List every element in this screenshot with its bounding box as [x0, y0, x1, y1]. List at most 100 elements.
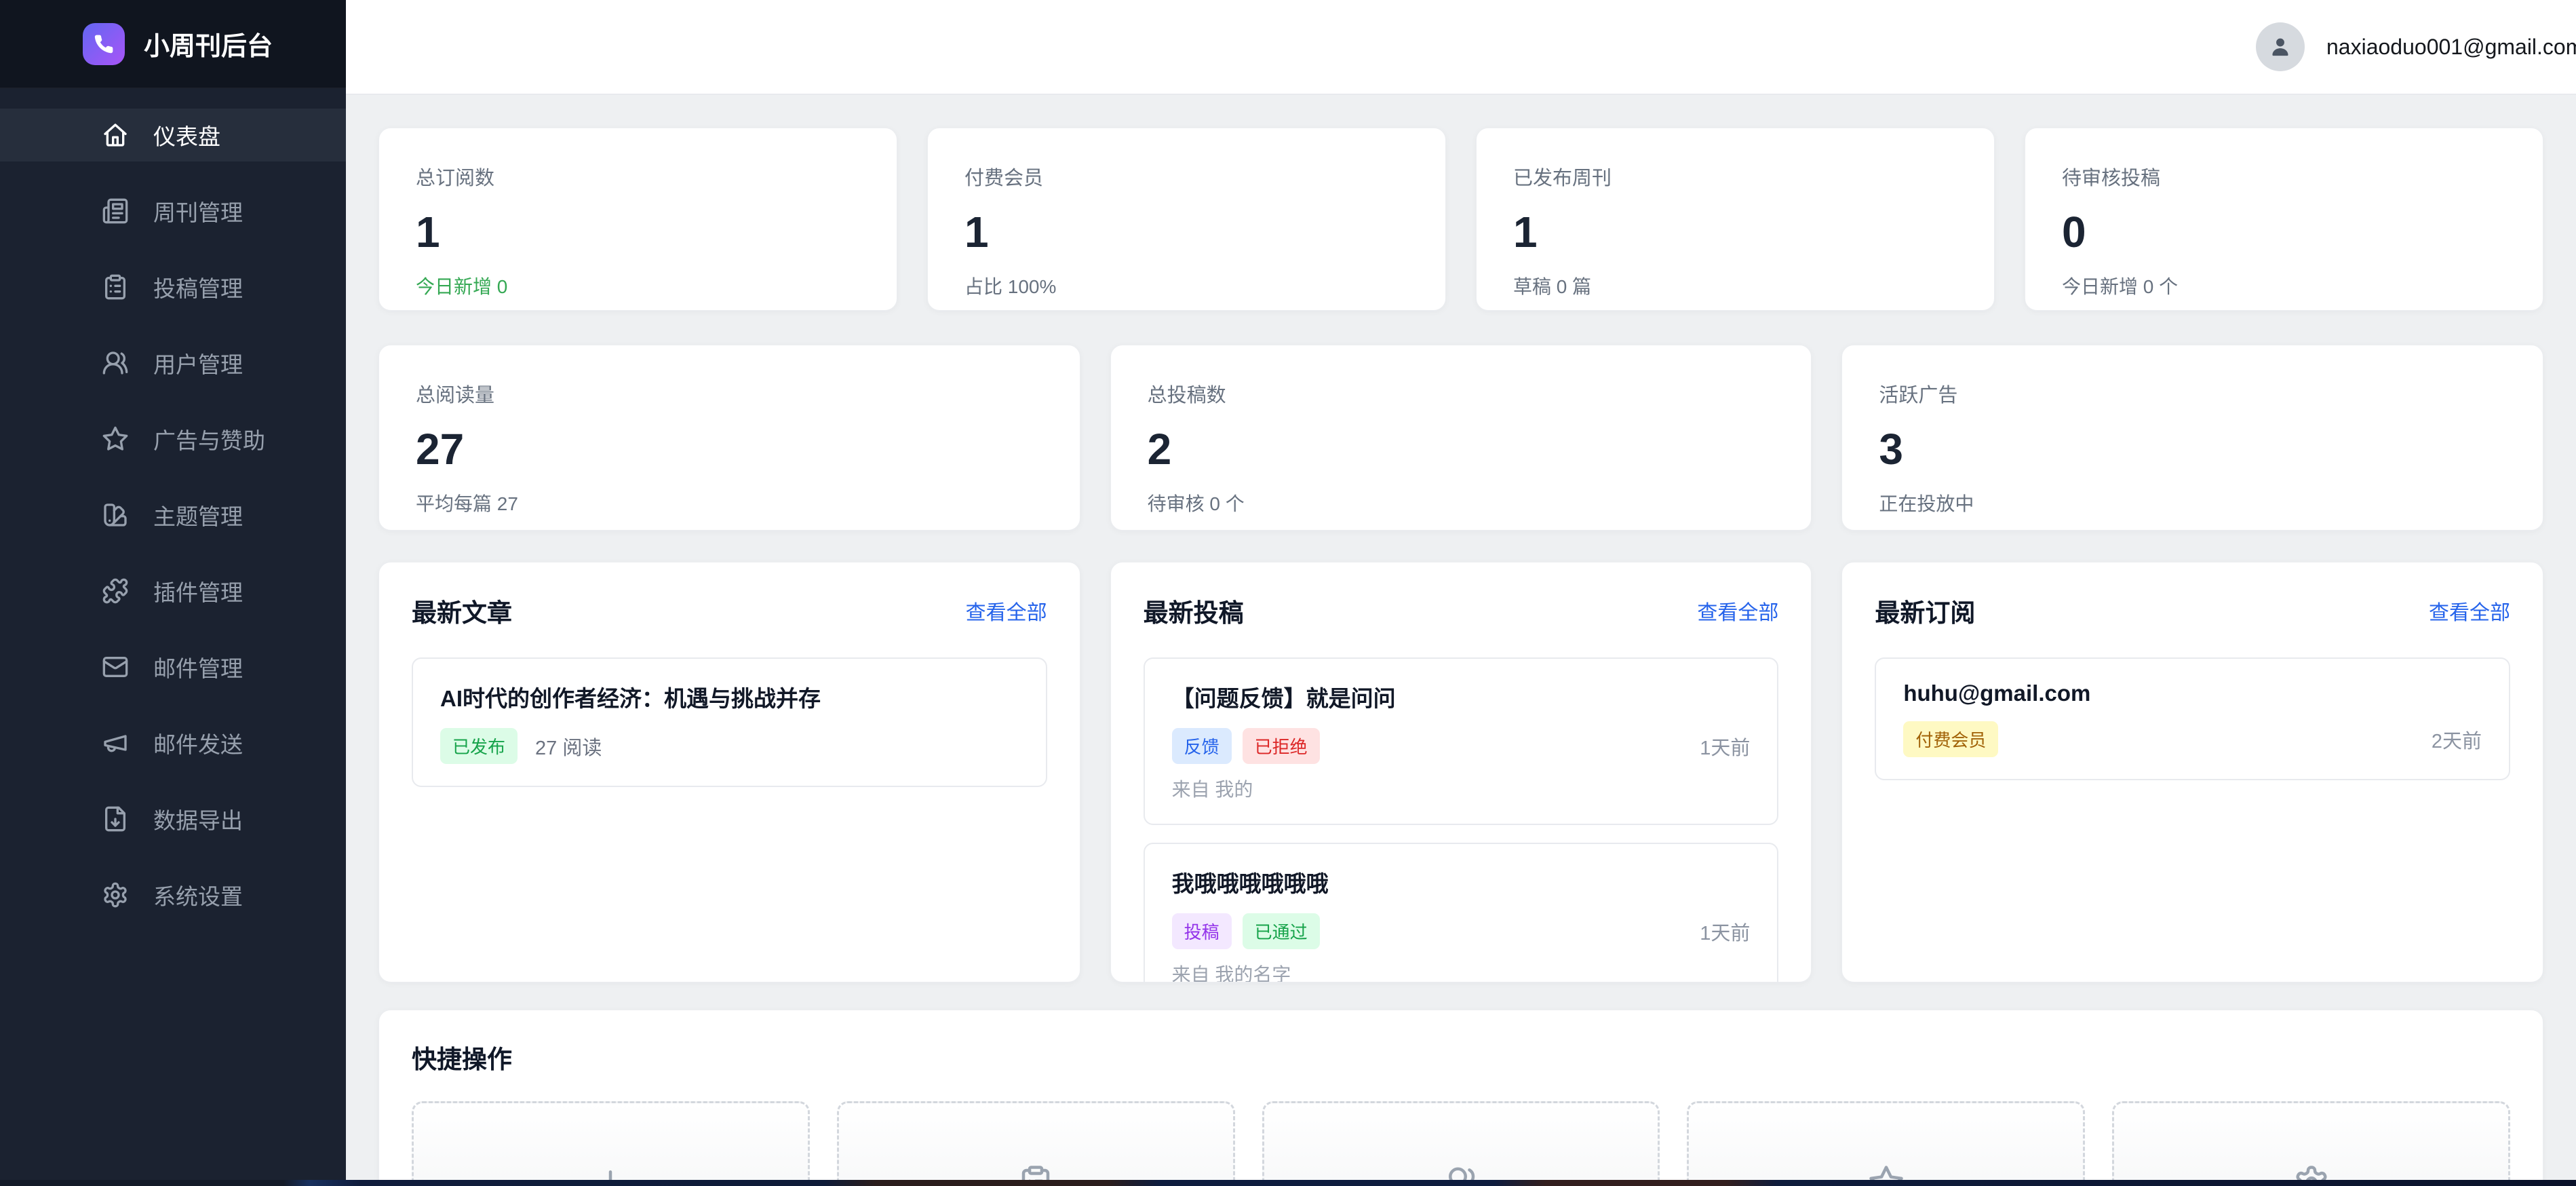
submission-list-item[interactable]: 我哦哦哦哦哦哦 投稿 已通过 1天前 来自 我的名字	[1144, 843, 1779, 982]
read-count: 27 阅读	[535, 732, 602, 761]
stat-card-subscribers: 总订阅数 1 今日新增 0	[378, 128, 897, 311]
mail-icon	[102, 653, 129, 681]
stats-row-2: 总阅读量 27 平均每篇 27 总投稿数 2 待审核 0 个 活跃广告 3 正在…	[378, 345, 2543, 531]
quick-action-users-button[interactable]	[1262, 1101, 1660, 1186]
submission-title: 【问题反馈】就是问问	[1172, 681, 1751, 713]
sections-row: 最新文章 查看全部 AI时代的创作者经济：机遇与挑战并存 已发布 27 阅读 最…	[378, 562, 2543, 982]
timestamp: 2天前	[2432, 725, 2482, 754]
quick-action-submissions-button[interactable]	[837, 1101, 1235, 1186]
dashboard-content: 总订阅数 1 今日新增 0 付费会员 1 占比 100% 已发布周刊 1 草稿 …	[346, 95, 2576, 1186]
submission-author: 来自 我的名字	[1172, 960, 1751, 982]
file-download-icon	[102, 805, 129, 833]
stats-row-1: 总订阅数 1 今日新增 0 付费会员 1 占比 100% 已发布周刊 1 草稿 …	[378, 128, 2543, 311]
sidebar-item-label: 插件管理	[153, 575, 243, 607]
view-all-articles-link[interactable]: 查看全部	[966, 596, 1047, 626]
stat-value: 27	[416, 425, 1043, 473]
status-badge: 已发布	[440, 728, 518, 764]
stat-sub: 今日新增 0	[416, 272, 860, 299]
sidebar-item-users[interactable]: 用户管理	[0, 337, 346, 389]
stat-value: 3	[1879, 425, 2506, 473]
user-menu[interactable]: naxiaoduo001@gmail.com	[2256, 0, 2576, 94]
sidebar-item-themes[interactable]: 主题管理	[0, 489, 346, 541]
users-icon	[102, 349, 129, 377]
sidebar-item-label: 邮件发送	[153, 727, 243, 759]
quick-action-ads-button[interactable]	[1687, 1101, 2085, 1186]
quick-actions-card: 快捷操作	[378, 1010, 2543, 1186]
stat-value: 1	[964, 208, 1409, 256]
palette-icon	[102, 501, 129, 529]
app-logo: 小周刊后台	[0, 0, 346, 88]
timestamp: 1天前	[1700, 917, 1750, 946]
stat-label: 总订阅数	[416, 162, 860, 191]
sidebar-item-label: 主题管理	[153, 499, 243, 531]
sidebar-item-label: 仪表盘	[153, 119, 220, 151]
newspaper-icon	[102, 197, 129, 225]
view-all-subscriptions-link[interactable]: 查看全部	[2429, 596, 2510, 626]
sidebar-item-settings[interactable]: 系统设置	[0, 868, 346, 921]
timestamp: 1天前	[1700, 732, 1750, 761]
sidebar-item-mail[interactable]: 邮件管理	[0, 640, 346, 693]
status-badge: 已通过	[1243, 913, 1320, 949]
stat-card-total-submissions: 总投稿数 2 待审核 0 个	[1110, 345, 1812, 531]
sidebar-item-label: 邮件管理	[153, 651, 243, 683]
sidebar-item-label: 周刊管理	[153, 195, 243, 227]
quick-action-new-button[interactable]	[412, 1101, 810, 1186]
subscriber-email: huhu@gmail.com	[1903, 681, 2482, 706]
quick-actions-title: 快捷操作	[412, 1044, 2510, 1075]
sidebar-item-ads[interactable]: 广告与赞助	[0, 413, 346, 465]
sidebar-item-label: 系统设置	[153, 879, 243, 911]
stat-label: 待审核投稿	[2062, 162, 2506, 191]
sidebar-item-label: 投稿管理	[153, 271, 243, 303]
stat-sub: 占比 100%	[964, 272, 1409, 299]
stat-sub: 今日新增 0 个	[2062, 272, 2506, 299]
gear-icon	[102, 881, 129, 908]
view-all-submissions-link[interactable]: 查看全部	[1697, 596, 1778, 626]
stat-value: 1	[416, 208, 860, 256]
sidebar-item-submissions[interactable]: 投稿管理	[0, 261, 346, 313]
sidebar-item-plugins[interactable]: 插件管理	[0, 565, 346, 617]
submission-list-item[interactable]: 【问题反馈】就是问问 反馈 已拒绝 1天前 来自 我的	[1144, 657, 1779, 825]
user-email: naxiaoduo001@gmail.com	[2326, 35, 2576, 60]
section-title: 最新投稿	[1144, 592, 1244, 629]
stat-sub: 平均每篇 27	[416, 489, 1043, 516]
stat-card-pending-review: 待审核投稿 0 今日新增 0 个	[2025, 128, 2543, 311]
megaphone-icon	[102, 729, 129, 757]
article-title: AI时代的创作者经济：机遇与挑战并存	[440, 681, 1019, 713]
article-list-item[interactable]: AI时代的创作者经济：机遇与挑战并存 已发布 27 阅读	[412, 657, 1047, 787]
membership-badge: 付费会员	[1903, 721, 1998, 757]
star-icon	[102, 425, 129, 453]
sidebar-item-export[interactable]: 数据导出	[0, 792, 346, 845]
stat-label: 已发布周刊	[1513, 162, 1957, 191]
sidebar-item-label: 数据导出	[153, 803, 243, 835]
home-icon	[102, 121, 129, 149]
sidebar-item-weekly[interactable]: 周刊管理	[0, 185, 346, 237]
stat-value: 2	[1148, 425, 1775, 473]
stat-card-total-reads: 总阅读量 27 平均每篇 27	[378, 345, 1080, 531]
sidebar-item-mail-send[interactable]: 邮件发送	[0, 716, 346, 769]
submission-author: 来自 我的	[1172, 775, 1751, 802]
stat-sub: 正在投放中	[1879, 489, 2506, 516]
stat-label: 总投稿数	[1148, 379, 1775, 408]
clipboard-icon	[102, 273, 129, 301]
stat-label: 活跃广告	[1879, 379, 2506, 408]
puzzle-icon	[102, 577, 129, 605]
avatar[interactable]	[2256, 22, 2305, 71]
latest-articles-card: 最新文章 查看全部 AI时代的创作者经济：机遇与挑战并存 已发布 27 阅读	[378, 562, 1080, 982]
submission-title: 我哦哦哦哦哦哦	[1172, 866, 1751, 898]
sidebar-item-dashboard[interactable]: 仪表盘	[0, 109, 346, 161]
phone-icon	[83, 23, 125, 65]
status-badge: 已拒绝	[1243, 728, 1320, 764]
bottom-window-edge	[0, 1180, 2576, 1186]
app-title: 小周刊后台	[144, 25, 273, 62]
stat-card-published: 已发布周刊 1 草稿 0 篇	[1476, 128, 1995, 311]
stat-sub: 草稿 0 篇	[1513, 272, 1957, 299]
subscription-list-item[interactable]: huhu@gmail.com 付费会员 2天前	[1875, 657, 2510, 780]
stat-card-active-ads: 活跃广告 3 正在投放中	[1841, 345, 2543, 531]
stat-value: 0	[2062, 208, 2506, 256]
stat-label: 总阅读量	[416, 379, 1043, 408]
latest-subscriptions-card: 最新订阅 查看全部 huhu@gmail.com 付费会员 2天前	[1841, 562, 2543, 982]
sidebar-menu: 仪表盘 周刊管理 投稿管理 用户管理 广告与赞助 主题管理 插件管理 邮件管理	[0, 88, 346, 921]
stat-card-paid-members: 付费会员 1 占比 100%	[927, 128, 1446, 311]
stat-label: 付费会员	[964, 162, 1409, 191]
quick-action-settings-button[interactable]	[2112, 1101, 2510, 1186]
